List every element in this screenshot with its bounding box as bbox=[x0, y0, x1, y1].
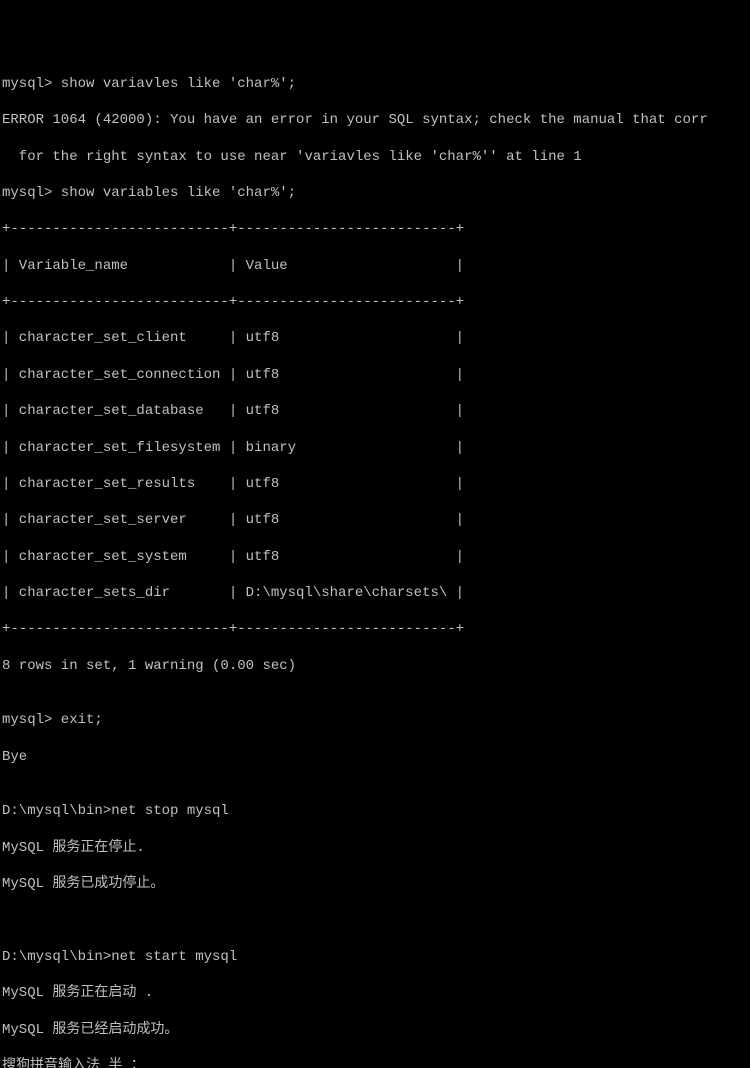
table-row: | character_set_filesystem | binary | bbox=[2, 439, 748, 457]
table-border-bottom: +--------------------------+------------… bbox=[2, 620, 748, 638]
net-stop-command: D:\mysql\bin>net stop mysql bbox=[2, 802, 748, 820]
result-summary: 8 rows in set, 1 warning (0.00 sec) bbox=[2, 657, 748, 675]
table-row: | character_sets_dir | D:\mysql\share\ch… bbox=[2, 584, 748, 602]
table-row: | character_set_client | utf8 | bbox=[2, 329, 748, 347]
net-start-command: D:\mysql\bin>net start mysql bbox=[2, 948, 748, 966]
table-row: | character_set_database | utf8 | bbox=[2, 402, 748, 420]
table-border-mid: +--------------------------+------------… bbox=[2, 293, 748, 311]
table-row: | character_set_results | utf8 | bbox=[2, 475, 748, 493]
mysql-exit-command: mysql> exit; bbox=[2, 711, 748, 729]
ime-status: 搜狗拼音输入法 半 ： bbox=[2, 1057, 748, 1068]
table-header-row: | Variable_name | Value | bbox=[2, 257, 748, 275]
bye-message: Bye bbox=[2, 748, 748, 766]
table-row: | character_set_connection | utf8 | bbox=[2, 366, 748, 384]
mysql-command-typo: mysql> show variavles like 'char%'; bbox=[2, 75, 748, 93]
service-stopped-message: MySQL 服务已成功停止。 bbox=[2, 875, 748, 893]
table-border-top: +--------------------------+------------… bbox=[2, 220, 748, 238]
table-row: | character_set_server | utf8 | bbox=[2, 511, 748, 529]
mysql-command-correct: mysql> show variables like 'char%'; bbox=[2, 184, 748, 202]
service-stopping-message: MySQL 服务正在停止. bbox=[2, 839, 748, 857]
service-started-message: MySQL 服务已经启动成功。 bbox=[2, 1021, 748, 1039]
error-message-line2: for the right syntax to use near 'variav… bbox=[2, 148, 748, 166]
service-starting-message: MySQL 服务正在启动 . bbox=[2, 984, 748, 1002]
table-row: | character_set_system | utf8 | bbox=[2, 548, 748, 566]
error-message-line1: ERROR 1064 (42000): You have an error in… bbox=[2, 111, 748, 129]
